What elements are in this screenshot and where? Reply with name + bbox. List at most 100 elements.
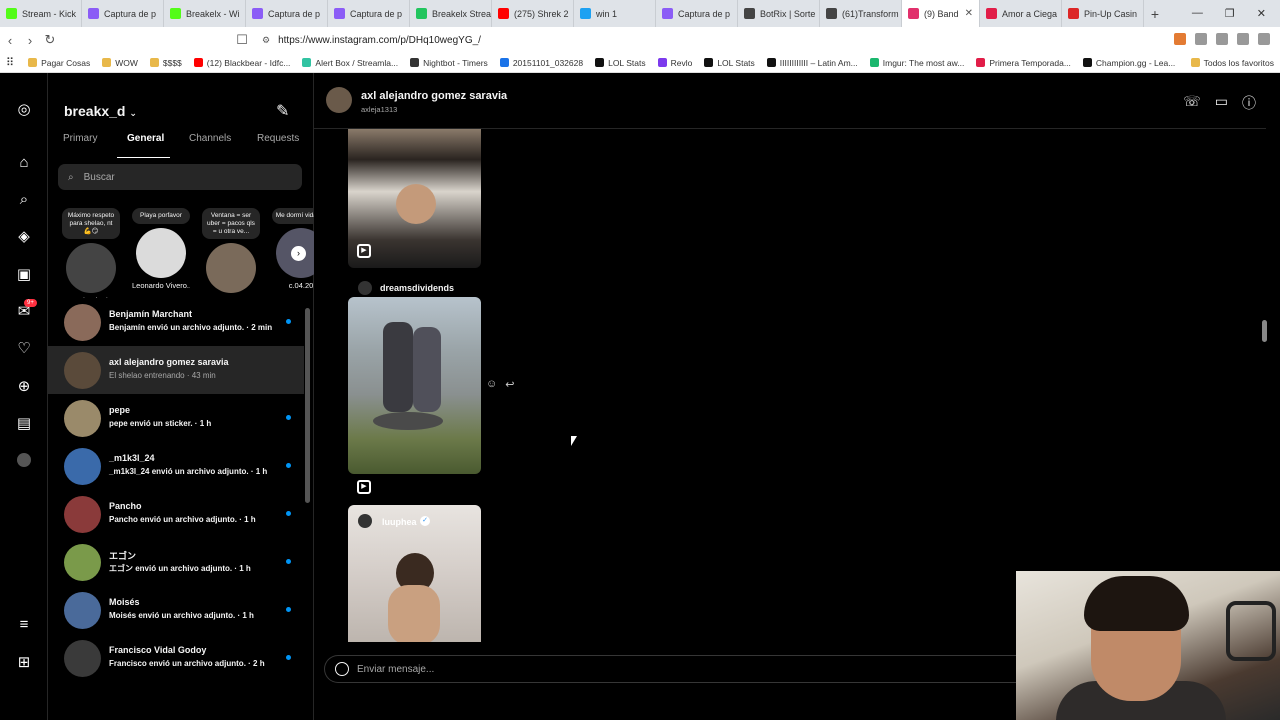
- reload-icon[interactable]: ↻: [40, 32, 60, 48]
- maximize-icon[interactable]: ❐: [1225, 7, 1235, 20]
- react-emoji-icon[interactable]: ☺: [486, 378, 497, 391]
- bookmark-item[interactable]: LOL Stats: [589, 58, 651, 68]
- bookmark-item[interactable]: Nightbot - Timers: [404, 58, 494, 68]
- browser-tab[interactable]: (275) Shrek 2: [492, 0, 574, 27]
- note-item[interactable]: Playa porfavor Leonardo Vivero...: [132, 208, 190, 290]
- threads-icon[interactable]: ⊞: [15, 654, 33, 672]
- browser-tab[interactable]: Captura de p: [656, 0, 738, 27]
- bookmark-item[interactable]: 20151101_032628: [494, 58, 589, 68]
- bookmark-item[interactable]: Primera Temporada...: [970, 58, 1077, 68]
- bookmark-label: LOL Stats: [608, 57, 646, 68]
- bookmark-item[interactable]: $$$$: [144, 58, 188, 68]
- bookmark-icon[interactable]: ☐: [232, 32, 252, 48]
- shared-post-author[interactable]: dreamsdividends: [358, 281, 454, 295]
- browser-tab[interactable]: BotRix | Sorte: [738, 0, 820, 27]
- inbox-scrollbar[interactable]: [305, 308, 310, 503]
- conversation-item[interactable]: pepe pepe envió un sticker. · 1 h: [48, 394, 304, 442]
- tab-channels[interactable]: Channels: [189, 133, 231, 144]
- conversation-item[interactable]: Benjamín Marchant Benjamín envió un archi…: [48, 298, 304, 346]
- extension-icon[interactable]: [1237, 33, 1249, 45]
- search-input[interactable]: ⌕ Buscar: [58, 164, 302, 190]
- extension-icon[interactable]: [1258, 33, 1270, 45]
- emoji-icon[interactable]: [335, 662, 349, 676]
- browser-tab[interactable]: Breakelx - Wi: [164, 0, 246, 27]
- explore-icon[interactable]: ◈: [15, 228, 33, 246]
- conversation-item[interactable]: axl alejandro gomez saravia El shelao ent…: [48, 346, 304, 394]
- home-icon[interactable]: ⌂: [15, 154, 33, 172]
- bookmark-item[interactable]: WOW: [96, 58, 144, 68]
- note-item[interactable]: Ventana = ser uber = pacos qls = u otra …: [202, 208, 260, 298]
- bookmark-item[interactable]: Imgur: The most aw...: [864, 58, 971, 68]
- browser-tab[interactable]: win 1: [574, 0, 656, 27]
- minimize-icon[interactable]: —: [1192, 7, 1203, 20]
- instagram-logo-icon[interactable]: ◎: [15, 101, 33, 119]
- bookmark-item[interactable]: Champion.gg - Lea...: [1077, 58, 1181, 68]
- reel-preview[interactable]: luuphea ✓: [348, 505, 481, 642]
- site-info-icon[interactable]: ⚙: [262, 35, 270, 46]
- bookmark-item[interactable]: Revlo: [652, 58, 699, 68]
- browser-tab[interactable]: Captura de p: [328, 0, 410, 27]
- close-tab-icon[interactable]: ✕: [965, 8, 973, 19]
- compose-icon[interactable]: ✎: [276, 101, 289, 121]
- phone-icon[interactable]: ☏: [1183, 93, 1201, 113]
- browser-tab[interactable]: Pin-Up Casin: [1062, 0, 1144, 27]
- bookmark-item[interactable]: Pagar Cosas: [22, 58, 96, 68]
- conversation-name: エゴン: [109, 551, 137, 561]
- unread-dot: [286, 559, 291, 564]
- back-icon[interactable]: ‹: [0, 33, 20, 48]
- browser-tab[interactable]: Breakelx Strea: [410, 0, 492, 27]
- browser-tab[interactable]: Stream - Kick: [0, 0, 82, 27]
- menu-icon[interactable]: ≡: [15, 616, 33, 634]
- conversation-item[interactable]: Pancho Pancho envió un archivo adjunto. ·…: [48, 490, 304, 538]
- bookmark-label: 20151101_032628: [512, 57, 584, 68]
- account-switcher[interactable]: breakx_d ⌄: [64, 103, 137, 119]
- dashboard-icon[interactable]: ▤: [15, 415, 33, 433]
- conversation-item[interactable]: _m1k3l_24 _m1k3l_24 envió un archivo adju…: [48, 442, 304, 490]
- bookmark-item[interactable]: Alert Box / Streamla...: [296, 58, 404, 68]
- conversation-avatar: [64, 304, 101, 341]
- chat-scrollbar[interactable]: [1262, 320, 1267, 342]
- info-icon[interactable]: ⓘ: [1242, 93, 1256, 113]
- conversation-avatar: [64, 592, 101, 629]
- conversation-item[interactable]: エゴン エゴン envió un archivo adjunto. · 1 h: [48, 538, 304, 586]
- bookmark-favicon-icon: [193, 58, 203, 67]
- tab-primary[interactable]: Primary: [63, 133, 97, 144]
- search-icon[interactable]: ⌕: [15, 191, 33, 209]
- browser-tab[interactable]: (61)Transform: [820, 0, 902, 27]
- chat-avatar[interactable]: [326, 87, 352, 113]
- reply-icon[interactable]: ↩: [505, 378, 514, 391]
- reel-preview[interactable]: [348, 297, 481, 474]
- forward-icon[interactable]: ›: [20, 33, 40, 48]
- conversation-item[interactable]: Moisés Moisés envió un archivo adjunto. ·…: [48, 586, 304, 634]
- conversation-preview: Pancho envió un archivo adjunto. · 1 h: [109, 515, 256, 524]
- tab-general[interactable]: General: [127, 133, 164, 144]
- extension-icon[interactable]: [1195, 33, 1207, 45]
- close-window-icon[interactable]: ✕: [1257, 7, 1266, 20]
- browser-tab[interactable]: Amor a Ciega: [980, 0, 1062, 27]
- bookmark-item[interactable]: (12) Blackbear - Idfc...: [188, 58, 297, 68]
- browser-tab[interactable]: Captura de p: [82, 0, 164, 27]
- new-tab-button[interactable]: +: [1144, 6, 1166, 22]
- chat-title[interactable]: axl alejandro gomez saravia: [361, 90, 507, 102]
- bookmark-item[interactable]: IIIIIIIIIIII – Latin Am...: [761, 58, 864, 68]
- notifications-icon[interactable]: ♡: [15, 340, 33, 358]
- apps-icon[interactable]: ⠿: [6, 56, 22, 69]
- bookmark-label: Nightbot - Timers: [423, 57, 488, 68]
- chevron-right-icon[interactable]: ›: [291, 246, 306, 261]
- extension-icon[interactable]: [1216, 33, 1228, 45]
- note-item[interactable]: Máximo respeto para shelao, nt 💪😏Axel Ar…: [62, 208, 120, 298]
- url-field[interactable]: https://www.instagram.com/p/DHq10wegYG_/: [278, 35, 481, 46]
- all-bookmarks[interactable]: Todos los favoritos: [1185, 58, 1280, 68]
- tab-requests[interactable]: Requests: [257, 133, 299, 144]
- tab-label: Captura de p: [104, 8, 157, 19]
- profile-avatar[interactable]: [17, 453, 31, 467]
- message-input[interactable]: Enviar mensaje...: [324, 655, 1024, 683]
- video-call-icon[interactable]: ▭: [1215, 93, 1228, 113]
- bookmark-item[interactable]: LOL Stats: [698, 58, 760, 68]
- conversation-item[interactable]: Francisco Vidal Godoy Francisco envió un …: [48, 634, 304, 682]
- extension-icon[interactable]: [1174, 33, 1186, 45]
- reels-icon[interactable]: ▣: [15, 266, 33, 284]
- browser-tab[interactable]: Captura de p: [246, 0, 328, 27]
- create-icon[interactable]: ⊕: [15, 378, 33, 396]
- browser-tab[interactable]: (9) Band ✕: [902, 0, 980, 27]
